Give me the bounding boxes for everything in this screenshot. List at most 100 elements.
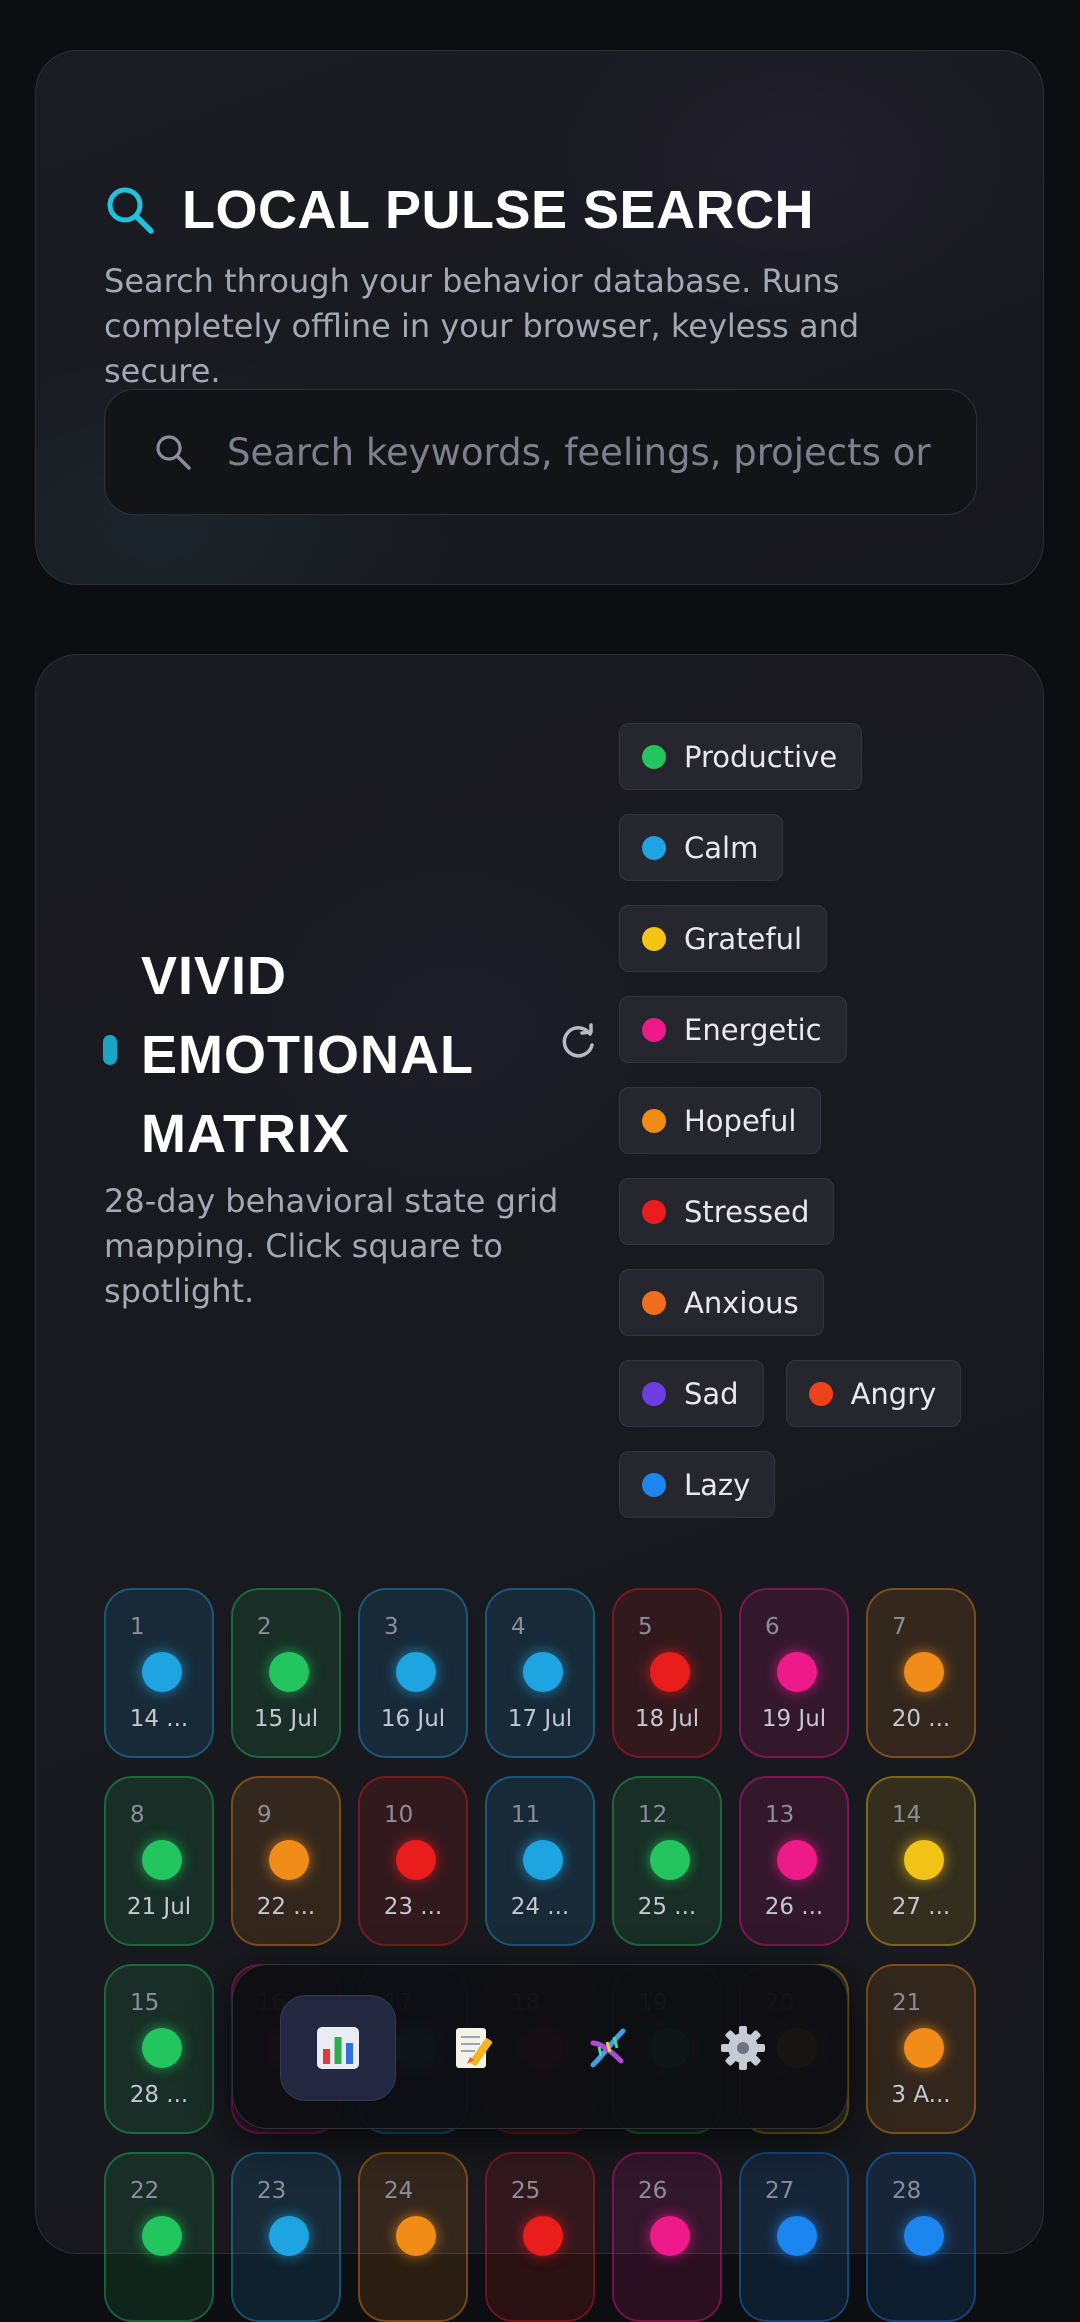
matrix-title: VIVID EMOTIONAL MATRIX	[141, 946, 473, 1164]
mood-dot	[904, 2028, 944, 2068]
mood-dot	[904, 1840, 944, 1880]
search-icon	[107, 187, 154, 234]
day-date: 26 ...	[764, 1894, 824, 1920]
day-number: 25	[511, 2178, 541, 2204]
day-number: 15	[130, 1990, 160, 2016]
day-cell[interactable]: 2 15 Jul	[231, 1588, 341, 1758]
mood-dot	[269, 1840, 309, 1880]
mood-dot	[523, 1840, 563, 1880]
day-number: 9	[257, 1802, 272, 1828]
legend-chip-energetic[interactable]: Energetic	[619, 996, 847, 1063]
mood-dot	[142, 2216, 182, 2256]
day-cell[interactable]: 6 19 Jul	[739, 1588, 849, 1758]
dock-journal-button[interactable]	[415, 1995, 531, 2101]
day-number: 23	[257, 2178, 287, 2204]
refresh-icon[interactable]	[558, 1021, 598, 1061]
legend-dot	[642, 835, 666, 860]
gear-icon	[721, 2026, 765, 2070]
day-cell[interactable]: 25	[485, 2152, 595, 2322]
day-number: 12	[638, 1802, 668, 1828]
day-cell[interactable]: 24	[358, 2152, 468, 2322]
legend-dot	[642, 1472, 666, 1497]
day-cell[interactable]: 10 23 ...	[358, 1776, 468, 1946]
day-cell[interactable]: 14 27 ...	[866, 1776, 976, 1946]
day-cell[interactable]: 23	[231, 2152, 341, 2322]
day-number: 8	[130, 1802, 145, 1828]
day-cell[interactable]: 21 3 A...	[866, 1964, 976, 2134]
legend-label: Productive	[684, 739, 838, 774]
day-date: 16 Jul	[380, 1706, 446, 1732]
mood-dot	[777, 1840, 817, 1880]
legend-dot	[642, 1381, 666, 1406]
day-cell[interactable]: 7 20 ...	[866, 1588, 976, 1758]
legend-row: Grateful	[619, 905, 999, 972]
dock-dashboard-button[interactable]	[280, 1995, 396, 2101]
legend-label: Energetic	[684, 1012, 822, 1047]
legend-chip-calm[interactable]: Calm	[619, 814, 784, 881]
day-cell[interactable]: 28	[866, 2152, 976, 2322]
day-date: 18 Jul	[634, 1706, 700, 1732]
matrix-description: 28-day behavioral state grid mapping. Cl…	[104, 1182, 559, 1310]
day-cell[interactable]: 15 28 ...	[104, 1964, 214, 2134]
day-cell[interactable]: 8 21 Jul	[104, 1776, 214, 1946]
legend-dot	[642, 1108, 666, 1133]
dock-dna-button[interactable]	[550, 1995, 666, 2101]
legend-row: Anxious	[619, 1269, 999, 1336]
mood-dot	[142, 2028, 182, 2068]
dock-settings-button[interactable]	[685, 1995, 801, 2101]
legend-chip-angry[interactable]: Angry	[785, 1360, 962, 1427]
mood-legend: Productive Calm Grateful Energetic Hopeful St…	[619, 723, 999, 1542]
day-cell[interactable]: 1 14 ...	[104, 1588, 214, 1758]
day-number: 7	[892, 1614, 907, 1640]
title-accent-bar	[103, 1035, 117, 1065]
day-date: 21 Jul	[126, 1894, 192, 1920]
legend-row: Productive	[619, 723, 999, 790]
legend-dot	[642, 926, 666, 951]
mood-dot	[396, 1652, 436, 1692]
day-cell[interactable]: 22	[104, 2152, 214, 2322]
day-number: 26	[638, 2178, 668, 2204]
legend-chip-stressed[interactable]: Stressed	[619, 1178, 835, 1245]
day-number: 1	[130, 1614, 145, 1640]
day-cell[interactable]: 26	[612, 2152, 722, 2322]
day-number: 24	[384, 2178, 414, 2204]
day-cell[interactable]: 27	[739, 2152, 849, 2322]
legend-chip-productive[interactable]: Productive	[619, 723, 863, 790]
mood-dot	[142, 1840, 182, 1880]
day-date: 15 Jul	[253, 1706, 319, 1732]
legend-label: Lazy	[684, 1467, 751, 1502]
day-cell[interactable]: 11 24 ...	[485, 1776, 595, 1946]
search-description: Search through your behavior database. R…	[104, 262, 860, 390]
day-number: 27	[765, 2178, 795, 2204]
legend-label: Angry	[850, 1376, 937, 1411]
day-number: 10	[384, 1802, 414, 1828]
legend-row: Energetic	[619, 996, 999, 1063]
legend-chip-hopeful[interactable]: Hopeful	[619, 1087, 822, 1154]
legend-label: Hopeful	[684, 1103, 797, 1138]
legend-chip-anxious[interactable]: Anxious	[619, 1269, 824, 1336]
memo-icon	[456, 2028, 493, 2068]
day-cell[interactable]: 13 26 ...	[739, 1776, 849, 1946]
legend-label: Anxious	[684, 1285, 799, 1320]
day-number: 22	[130, 2178, 160, 2204]
mood-dot	[650, 1652, 690, 1692]
day-cell[interactable]: 5 18 Jul	[612, 1588, 722, 1758]
day-cell[interactable]: 4 17 Jul	[485, 1588, 595, 1758]
search-title: LOCAL PULSE SEARCH	[182, 180, 815, 240]
legend-chip-lazy[interactable]: Lazy	[619, 1451, 776, 1518]
day-cell[interactable]: 12 25 ...	[612, 1776, 722, 1946]
day-date: 14 ...	[129, 1706, 189, 1732]
mood-dot	[904, 2216, 944, 2256]
day-cell[interactable]: 3 16 Jul	[358, 1588, 468, 1758]
legend-chip-sad[interactable]: Sad	[619, 1360, 764, 1427]
day-number: 11	[511, 1802, 541, 1828]
mood-dot	[142, 1652, 182, 1692]
search-card: LOCAL PULSE SEARCH Search through your b…	[35, 50, 1044, 585]
day-cell[interactable]: 9 22 ...	[231, 1776, 341, 1946]
legend-chip-grateful[interactable]: Grateful	[619, 905, 828, 972]
search-input[interactable]	[225, 429, 936, 475]
bottom-dock	[232, 1964, 848, 2129]
legend-label: Calm	[684, 830, 759, 865]
day-date: 24 ...	[510, 1894, 570, 1920]
search-box[interactable]	[104, 389, 977, 515]
